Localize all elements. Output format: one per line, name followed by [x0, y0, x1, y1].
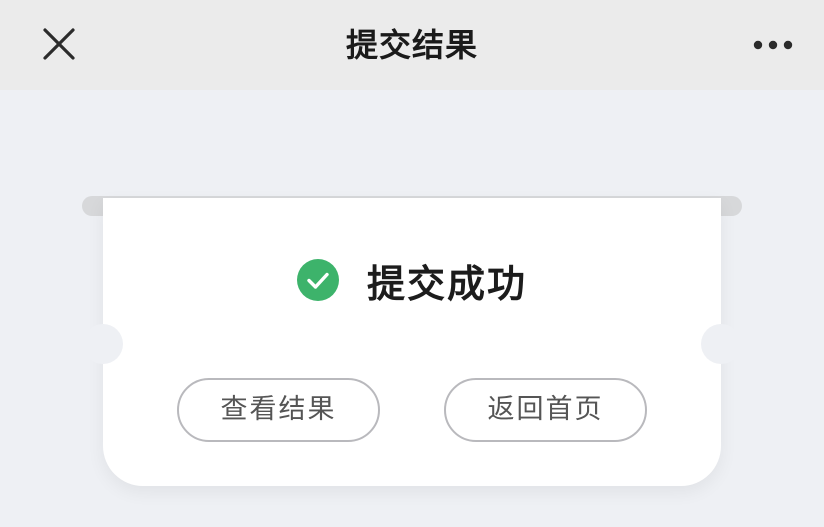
check-circle-icon: [296, 259, 339, 301]
page-title: 提交结果: [345, 26, 478, 64]
view-result-button[interactable]: 查看结果: [177, 378, 380, 442]
result-card: 提交成功 查看结果 返回首页: [83, 198, 741, 486]
status-row: 提交成功: [103, 256, 721, 306]
card-notch-left: [83, 324, 123, 364]
back-home-button[interactable]: 返回首页: [444, 378, 647, 442]
status-text: 提交成功: [366, 261, 527, 306]
card-notch-right: [701, 324, 741, 364]
more-dots-icon: [753, 40, 793, 50]
more-button[interactable]: [738, 25, 798, 65]
top-navbar: 提交结果: [0, 0, 824, 90]
